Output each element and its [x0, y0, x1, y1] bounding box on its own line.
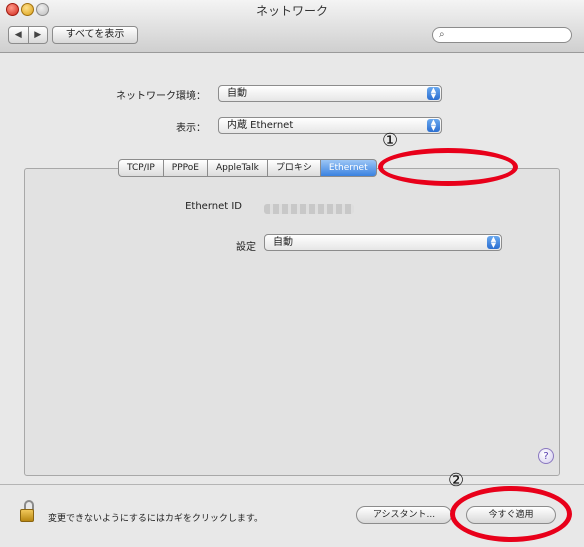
- popup-arrows-icon: ▲ ▼: [427, 119, 440, 132]
- annotation-number-two: ②: [448, 470, 465, 491]
- lock-icon[interactable]: [20, 500, 34, 522]
- ethernet-id-label: Ethernet ID: [185, 201, 242, 212]
- tab-pppoe[interactable]: PPPoE: [163, 159, 208, 177]
- show-popup[interactable]: 内蔵 Ethernet ▲ ▼: [218, 117, 442, 134]
- config-value: 自動: [273, 237, 293, 248]
- lock-description: 変更できないようにするにはカギをクリックします。: [48, 514, 264, 524]
- tab-ethernet[interactable]: Ethernet: [320, 159, 377, 177]
- location-popup[interactable]: 自動 ▲ ▼: [218, 85, 442, 102]
- assist-button[interactable]: アシスタント...: [356, 506, 452, 524]
- search-icon: ⌕: [439, 29, 445, 40]
- config-label: 設定: [236, 242, 256, 253]
- network-preferences-window: ネットワーク ◀ ▶ すべてを表示 ⌕ ネットワーク環境： 自動 ▲ ▼ 表示： …: [0, 0, 584, 547]
- tab-bar: TCP/IP PPPoE AppleTalk プロキシ Ethernet: [118, 159, 377, 177]
- show-all-button[interactable]: すべてを表示: [52, 26, 138, 44]
- config-popup[interactable]: 自動 ▲ ▼: [264, 234, 502, 251]
- show-value: 内蔵 Ethernet: [227, 120, 294, 131]
- tab-tcpip[interactable]: TCP/IP: [118, 159, 164, 177]
- footer-divider: [0, 484, 584, 485]
- tab-appletalk[interactable]: AppleTalk: [207, 159, 268, 177]
- lock-body: [20, 509, 34, 522]
- help-button[interactable]: ?: [538, 448, 554, 464]
- popup-arrows-icon: ▲ ▼: [427, 87, 440, 100]
- popup-arrows-icon: ▲ ▼: [487, 236, 500, 249]
- annotation-circle-ethernet: [378, 148, 518, 186]
- annotation-number-one: ①: [382, 130, 399, 151]
- location-label: ネットワーク環境：: [116, 91, 206, 102]
- tab-proxy[interactable]: プロキシ: [267, 159, 321, 177]
- annotation-circle-apply: [450, 486, 572, 542]
- search-input[interactable]: [451, 29, 561, 41]
- ethernet-id-value: [264, 204, 354, 214]
- nav-buttons: ◀ ▶: [8, 26, 48, 44]
- window-title: ネットワーク: [255, 4, 328, 18]
- show-label: 表示：: [176, 123, 206, 134]
- forward-button[interactable]: ▶: [27, 27, 48, 43]
- location-value: 自動: [227, 88, 247, 99]
- title-bar: ネットワーク ◀ ▶ すべてを表示 ⌕: [0, 0, 584, 53]
- search-field[interactable]: ⌕: [432, 27, 572, 43]
- back-button[interactable]: ◀: [9, 27, 28, 43]
- tab-panel: [24, 168, 560, 476]
